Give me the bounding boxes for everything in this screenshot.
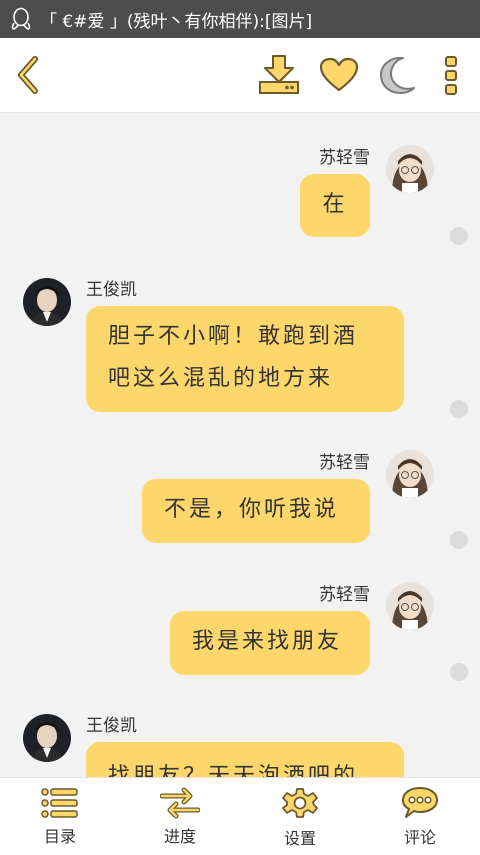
download-icon (259, 55, 299, 94)
swap-arrows-icon (160, 787, 200, 818)
message-bubble[interactable]: 我是来找朋友 (170, 611, 370, 675)
girl-avatar-image (386, 145, 434, 193)
nav-label: 进度 (163, 826, 196, 846)
nav-label: 设置 (283, 828, 316, 848)
nav-item-progress[interactable]: 进度 (120, 778, 240, 855)
girl-avatar-image (386, 450, 434, 498)
status-dot (450, 531, 468, 549)
back-icon (18, 56, 38, 94)
message-bubble[interactable]: 找朋友？天天泡酒吧的 (86, 742, 404, 777)
sender-name: 苏轻雪 (319, 585, 370, 605)
chat-area[interactable]: 苏轻雪 在 王俊凯 胆子不小啊！敢跑到酒 吧这么混乱的地方来 苏轻雪 不是，你听… (0, 113, 480, 777)
bottom-nav: 目录 进度 设置 评论 (0, 777, 480, 855)
status-dot (450, 227, 468, 245)
message-text: 在 (322, 192, 348, 217)
favorite-button[interactable] (316, 52, 362, 98)
status-dot (450, 400, 468, 418)
list-icon (41, 787, 78, 818)
reader-toolbar (0, 38, 480, 113)
night-mode-button[interactable] (376, 52, 422, 98)
avatar[interactable] (23, 278, 71, 326)
message-bubble[interactable]: 不是，你听我说 (142, 479, 370, 543)
gear-icon (282, 787, 318, 818)
more-button[interactable] (436, 52, 466, 98)
avatar[interactable] (386, 450, 434, 498)
status-dot (450, 663, 468, 681)
message-text-line: 吧这么混乱的地方来 (108, 366, 334, 391)
avatar[interactable] (23, 714, 71, 762)
sender-name: 苏轻雪 (319, 148, 370, 168)
back-button[interactable] (8, 52, 48, 98)
status-bar: 「 €#爱 」(残叶丶有你相伴):[图片] (0, 0, 480, 38)
status-notification-text: 「 €#爱 」(残叶丶有你相伴):[图片] (40, 11, 313, 32)
boy-avatar-image (23, 278, 71, 326)
nav-item-comments[interactable]: 评论 (360, 778, 480, 855)
boy-avatar-image (23, 714, 71, 762)
heart-icon (319, 57, 359, 92)
avatar[interactable] (386, 145, 434, 193)
comment-bubble-icon (402, 786, 438, 818)
message-text: 不是，你听我说 (164, 497, 340, 522)
avatar[interactable] (386, 582, 434, 630)
nav-label: 目录 (43, 826, 76, 846)
nav-item-settings[interactable]: 设置 (240, 778, 360, 855)
sender-name: 王俊凯 (86, 280, 137, 300)
message-text-line: 胆子不小啊！敢跑到酒 (108, 324, 359, 349)
nav-item-catalog[interactable]: 目录 (0, 778, 120, 855)
moon-icon (380, 56, 415, 94)
message-bubble[interactable]: 在 (300, 174, 370, 237)
message-text: 我是来找朋友 (192, 629, 343, 654)
qq-penguin-icon (11, 7, 31, 30)
sender-name: 苏轻雪 (319, 453, 370, 473)
more-icon (445, 56, 457, 95)
message-text: 找朋友？天天泡酒吧的 (108, 764, 359, 777)
message-bubble[interactable]: 胆子不小啊！敢跑到酒 吧这么混乱的地方来 (86, 306, 404, 412)
sender-name: 王俊凯 (86, 716, 137, 736)
download-button[interactable] (256, 52, 302, 98)
girl-avatar-image (386, 582, 434, 630)
nav-label: 评论 (403, 827, 436, 847)
